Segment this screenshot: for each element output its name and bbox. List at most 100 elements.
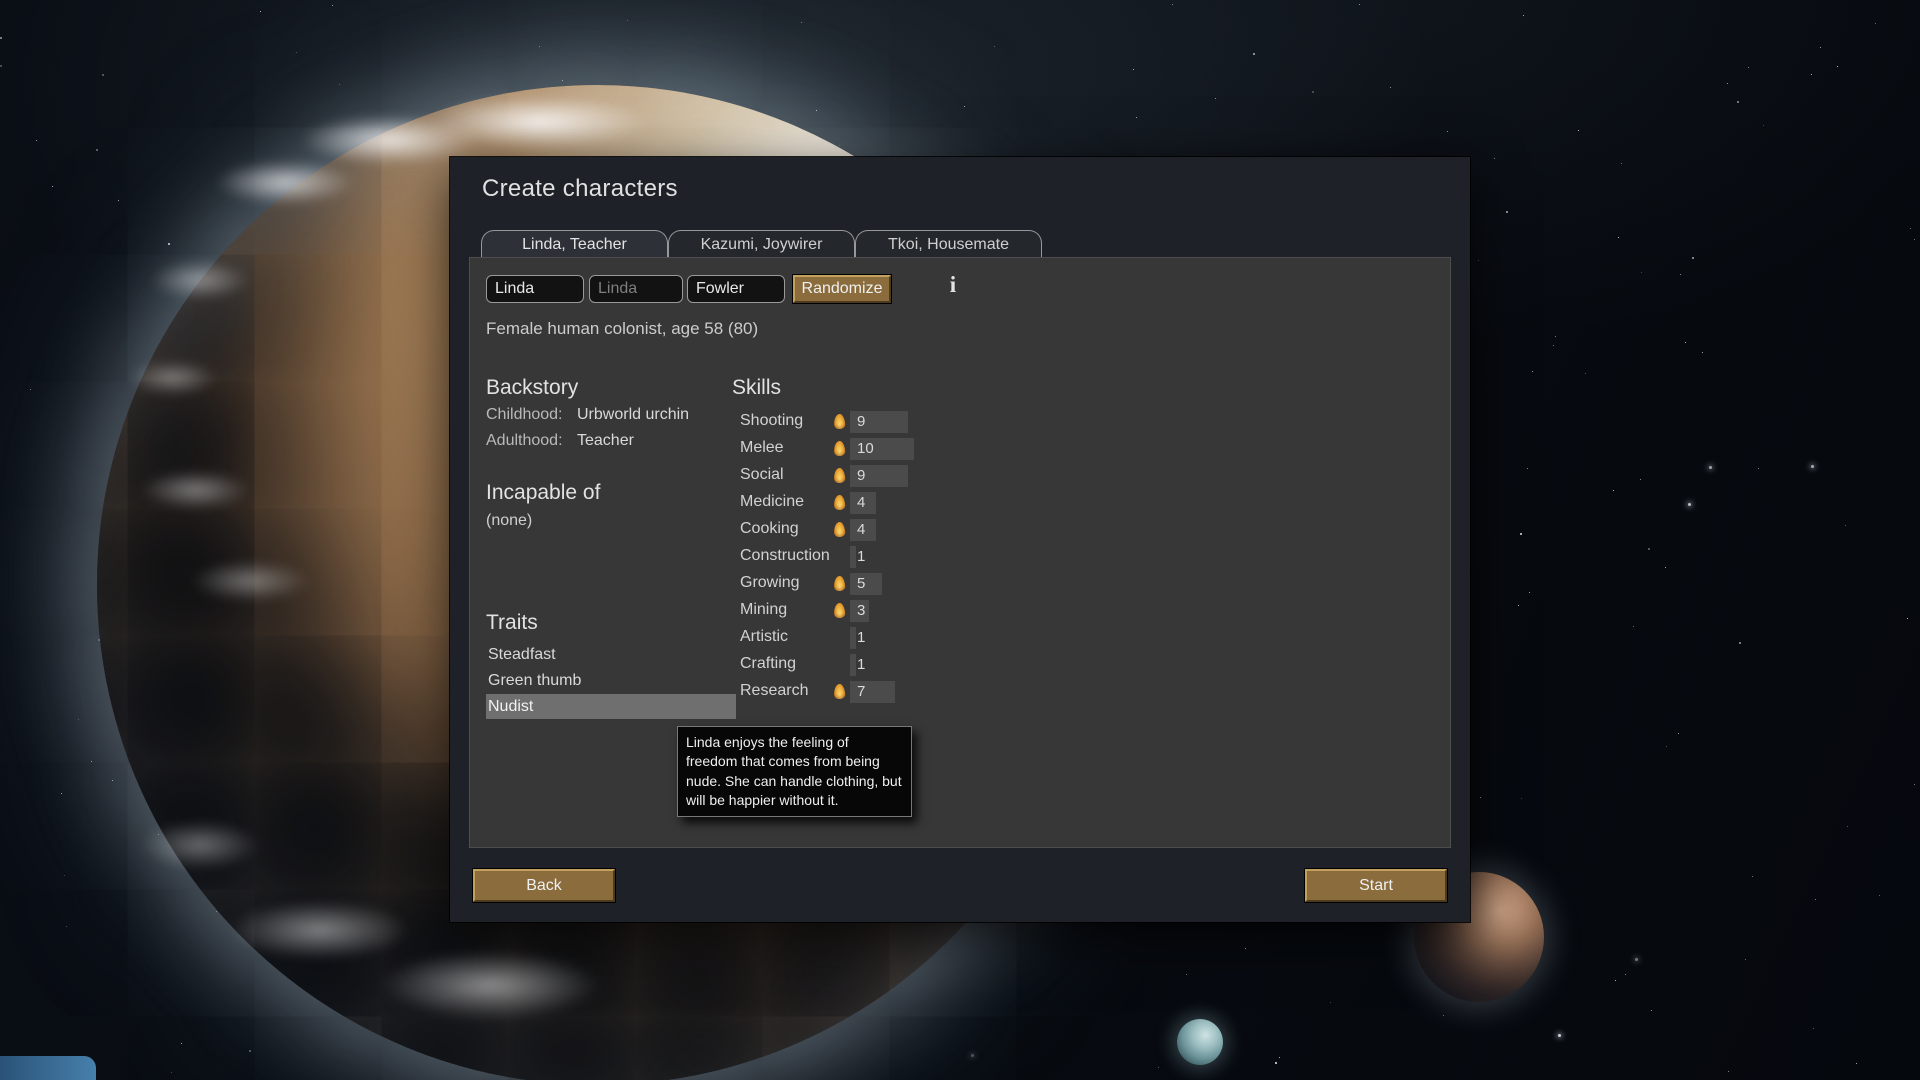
trait-tooltip: Linda enjoys the feeling of freedom that… [677,726,912,818]
star [1745,959,1746,960]
star [1680,274,1681,275]
star [1856,1063,1857,1064]
star [1907,618,1908,619]
star [1529,592,1530,593]
skill-row-research: Research 7 [732,680,1152,704]
skill-name: Social [740,466,784,483]
star [1763,125,1764,126]
skill-row-social: Social 9 [732,464,1152,488]
planet-water-edge [0,1056,96,1080]
star [1443,1015,1444,1016]
colonist-summary: Female human colonist, age 58 (80) [486,319,759,338]
character-card-panel: Randomize i Female human colonist, age 5… [469,257,1451,848]
skill-level: 7 [857,683,866,700]
star [1875,23,1876,24]
skill-row-artistic: Artistic 1 [732,626,1152,650]
star [1136,117,1137,118]
passion-flame-icon [833,521,846,538]
star [1692,257,1694,259]
skill-name: Growing [740,574,800,591]
skill-level: 4 [857,494,866,511]
star [102,74,104,76]
star [1359,4,1360,5]
start-button[interactable]: Start [1305,869,1447,902]
star [1702,352,1703,353]
star [1914,239,1915,240]
skill-row-medicine: Medicine 4 [732,491,1152,515]
star [839,145,840,146]
star [1811,74,1812,75]
cloud [215,160,355,205]
nickname-input[interactable] [589,275,683,303]
tab-kazumi-joywirer[interactable]: Kazumi, Joywirer [668,230,855,257]
star [1215,98,1216,99]
first-name-input[interactable] [486,275,584,303]
skill-list: Shooting 9 Melee 10 Social 9 Medicine 4 Cooking 4… [732,410,1152,707]
last-name-input[interactable] [687,275,785,303]
star [66,926,67,927]
skill-level: 9 [857,413,866,430]
skill-name: Medicine [740,493,805,510]
skill-name: Artistic [740,628,788,645]
star [1613,490,1614,491]
star [1635,958,1638,961]
star [1811,465,1814,468]
star [1158,1067,1159,1068]
back-button[interactable]: Back [473,869,615,902]
skill-bar [850,546,856,568]
skill-level: 1 [857,656,866,673]
trait-green-thumb[interactable]: Green thumb [486,668,736,693]
skill-bar [850,627,856,649]
skill-name: Crafting [740,655,797,672]
star [1752,876,1753,877]
skill-row-melee: Melee 10 [732,437,1152,461]
skill-name: Research [740,682,809,699]
star [1739,642,1741,644]
star [1633,626,1634,627]
dialog-title: Create characters [482,175,678,202]
trait-nudist[interactable]: Nudist [486,694,736,719]
tab-linda-teacher[interactable]: Linda, Teacher [481,230,668,257]
star [1520,533,1522,535]
star [0,65,2,67]
star [1618,237,1619,238]
tab-tkoi-housemate[interactable]: Tkoi, Housemate [855,230,1042,257]
passion-flame-icon [833,575,846,592]
star [539,46,540,47]
star [61,793,62,794]
randomize-button[interactable]: Randomize [793,275,891,303]
star [1312,91,1314,93]
star [78,719,79,720]
star [971,1054,974,1057]
star [1585,373,1586,374]
star [1910,228,1911,229]
skill-row-crafting: Crafting 1 [732,653,1152,677]
star [1494,158,1495,159]
star [181,1043,182,1044]
star [1648,548,1650,550]
skill-level: 9 [857,467,866,484]
blue-moon [1177,1019,1223,1065]
star [1172,4,1173,5]
skill-name: Melee [740,439,784,456]
cloud [140,470,250,510]
star [1555,336,1556,337]
star [1470,569,1471,570]
skill-bar [850,573,882,595]
skill-level: 1 [857,629,866,646]
star [1815,899,1816,900]
star [1518,605,1519,606]
star [1275,1062,1277,1064]
star [1820,47,1821,48]
star [1532,371,1533,372]
star [562,80,563,81]
star [1737,101,1739,103]
skill-row-growing: Growing 5 [732,572,1152,596]
star [1621,163,1622,164]
trait-steadfast[interactable]: Steadfast [486,642,736,667]
star [249,1050,251,1052]
skill-row-mining: Mining 3 [732,599,1152,623]
skill-level: 10 [857,440,874,457]
info-icon[interactable]: i [944,272,962,298]
star [216,911,217,912]
